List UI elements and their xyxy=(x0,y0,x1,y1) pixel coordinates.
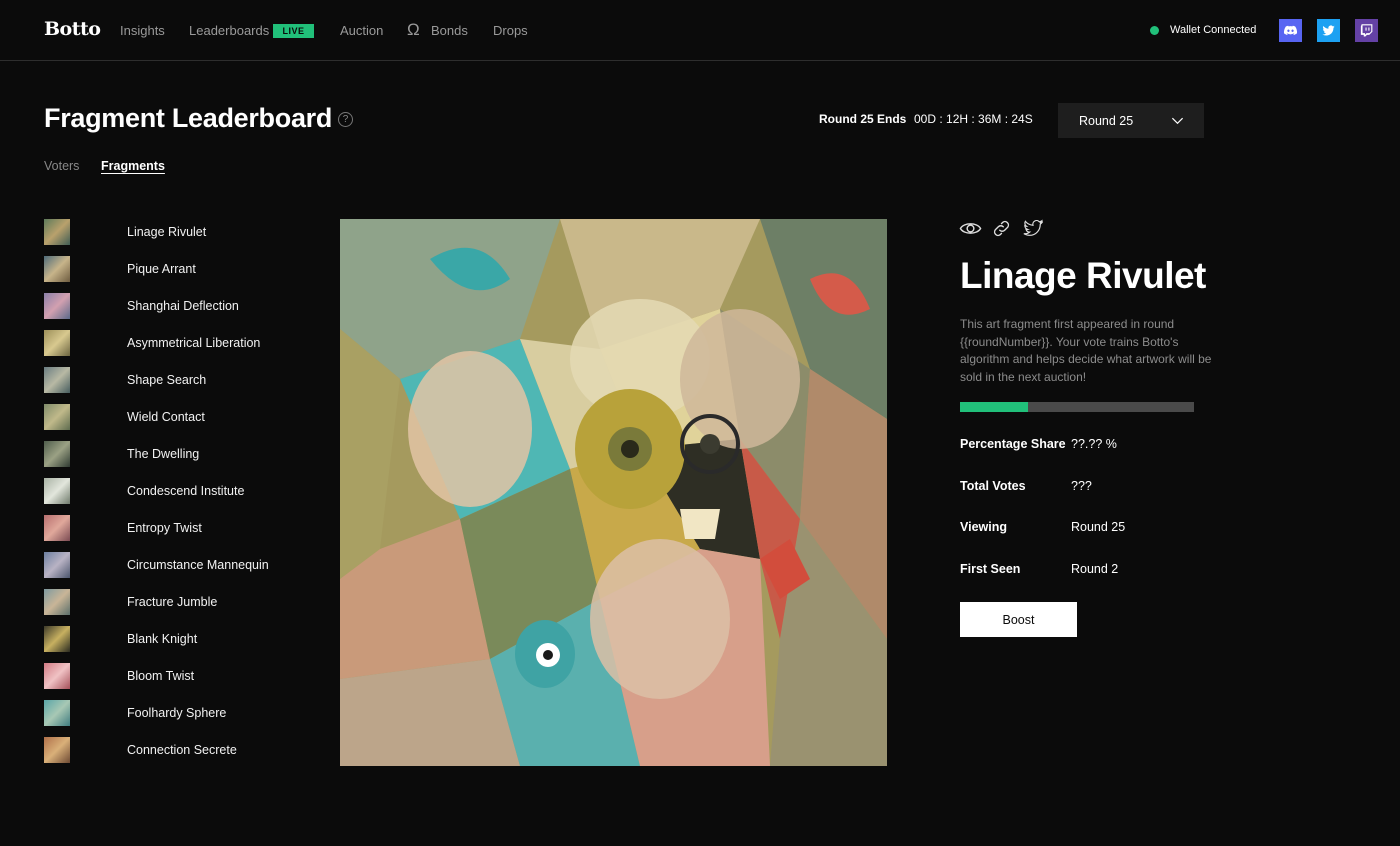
fragment-name: Linage Rivulet xyxy=(127,225,207,239)
fragment-row[interactable]: Linage Rivulet xyxy=(44,219,304,245)
fragment-name: Shape Search xyxy=(127,373,207,387)
fragment-title: Linage Rivulet xyxy=(960,255,1206,296)
fragment-row[interactable]: Blank Knight xyxy=(44,626,304,652)
eye-icon[interactable] xyxy=(959,217,982,240)
fragment-row[interactable]: Shanghai Deflection xyxy=(44,293,304,319)
round-select-value: Round 25 xyxy=(1079,113,1134,128)
fragment-row[interactable]: Entropy Twist xyxy=(44,515,304,541)
fragment-thumbnail xyxy=(44,700,70,726)
twitter-icon[interactable] xyxy=(1317,19,1340,42)
fragment-name: Pique Arrant xyxy=(127,262,196,276)
stat-label-percentage-share: Percentage Share xyxy=(960,437,1066,451)
fragment-name: Circumstance Mannequin xyxy=(127,558,269,572)
tab-fragments[interactable]: Fragments xyxy=(101,159,165,173)
fragment-thumbnail xyxy=(44,478,70,504)
round-ends-label: Round 25 Ends xyxy=(819,112,907,126)
fragment-thumbnail xyxy=(44,441,70,467)
fragment-name: Connection Secrete xyxy=(127,743,237,757)
fragment-name: Shanghai Deflection xyxy=(127,299,239,313)
logo[interactable]: Botto xyxy=(44,18,101,40)
twitch-icon[interactable] xyxy=(1355,19,1378,42)
fragment-row[interactable]: Fracture Jumble xyxy=(44,589,304,615)
fragment-name: Wield Contact xyxy=(127,410,205,424)
fragment-name: Foolhardy Sphere xyxy=(127,706,227,720)
chevron-down-icon xyxy=(1171,117,1184,125)
fragment-name: Fracture Jumble xyxy=(127,595,218,609)
fragment-thumbnail xyxy=(44,293,70,319)
boost-button[interactable]: Boost xyxy=(960,602,1077,637)
progress-fill xyxy=(960,402,1028,412)
fragment-thumbnail xyxy=(44,663,70,689)
round-select[interactable]: Round 25 xyxy=(1058,103,1204,138)
stat-label-total-votes: Total Votes xyxy=(960,479,1026,493)
countdown-timer: 00D : 12H : 36M : 24S xyxy=(914,112,1033,126)
fragment-thumbnail xyxy=(44,626,70,652)
fragment-thumbnail xyxy=(44,515,70,541)
link-icon[interactable] xyxy=(991,218,1012,239)
nav-item-insights[interactable]: Insights xyxy=(120,23,165,38)
stat-value-percentage-share: ??.?? % xyxy=(1071,437,1117,451)
fragment-description: This art fragment first appeared in roun… xyxy=(960,317,1212,384)
fragment-thumbnail xyxy=(44,404,70,430)
wallet-status[interactable]: Wallet Connected xyxy=(1170,24,1256,36)
nav-item-leaderboards[interactable]: Leaderboards xyxy=(189,23,269,38)
wallet-status-dot xyxy=(1150,26,1159,35)
artwork-image xyxy=(340,219,887,766)
fragment-row[interactable]: Pique Arrant xyxy=(44,256,304,282)
tab-voters[interactable]: Voters xyxy=(44,159,79,173)
fragment-name: The Dwelling xyxy=(127,447,200,461)
fragment-row[interactable]: Connection Secrete xyxy=(44,737,304,763)
fragment-row[interactable]: Wield Contact xyxy=(44,404,304,430)
vote-share-progress-bar xyxy=(960,402,1194,412)
fragment-thumbnail xyxy=(44,552,70,578)
stat-label-viewing: Viewing xyxy=(960,520,1008,534)
stat-value-first-seen: Round 2 xyxy=(1071,562,1119,576)
fragment-row[interactable]: Foolhardy Sphere xyxy=(44,700,304,726)
top-nav: Botto Insights Leaderboards LIVE Auction… xyxy=(0,0,1400,61)
fragment-thumbnail xyxy=(44,737,70,763)
nav-item-drops[interactable]: Drops xyxy=(493,23,528,38)
fragment-thumbnail xyxy=(44,589,70,615)
page-title: Fragment Leaderboard xyxy=(44,103,333,133)
fragment-row[interactable]: The Dwelling xyxy=(44,441,304,467)
fragment-artwork xyxy=(340,219,887,766)
fragment-name: Entropy Twist xyxy=(127,521,202,535)
fragment-name: Bloom Twist xyxy=(127,669,195,683)
twitter-share-icon[interactable] xyxy=(1021,217,1045,239)
nav-item-auction[interactable]: Auction xyxy=(340,23,383,38)
fragment-name: Blank Knight xyxy=(127,632,198,646)
fragment-name: Condescend Institute xyxy=(127,484,245,498)
fragment-row[interactable]: Circumstance Mannequin xyxy=(44,552,304,578)
stat-label-first-seen: First Seen xyxy=(960,562,1021,576)
fragment-thumbnail xyxy=(44,367,70,393)
discord-icon[interactable] xyxy=(1279,19,1302,42)
stat-value-total-votes: ??? xyxy=(1071,479,1092,493)
fragment-thumbnail xyxy=(44,219,70,245)
fragment-name: Asymmetrical Liberation xyxy=(127,336,261,350)
fragment-row[interactable]: Bloom Twist xyxy=(44,663,304,689)
help-icon[interactable]: ? xyxy=(338,112,353,127)
stat-value-viewing: Round 25 xyxy=(1071,520,1126,534)
fragment-row[interactable]: Asymmetrical Liberation xyxy=(44,330,304,356)
fragment-row[interactable]: Shape Search xyxy=(44,367,304,393)
omega-icon: Ω xyxy=(407,20,420,39)
fragment-thumbnail xyxy=(44,256,70,282)
nav-item-bonds[interactable]: Bonds xyxy=(431,23,468,38)
fragment-row[interactable]: Condescend Institute xyxy=(44,478,304,504)
live-badge: LIVE xyxy=(273,24,314,38)
fragment-thumbnail xyxy=(44,330,70,356)
